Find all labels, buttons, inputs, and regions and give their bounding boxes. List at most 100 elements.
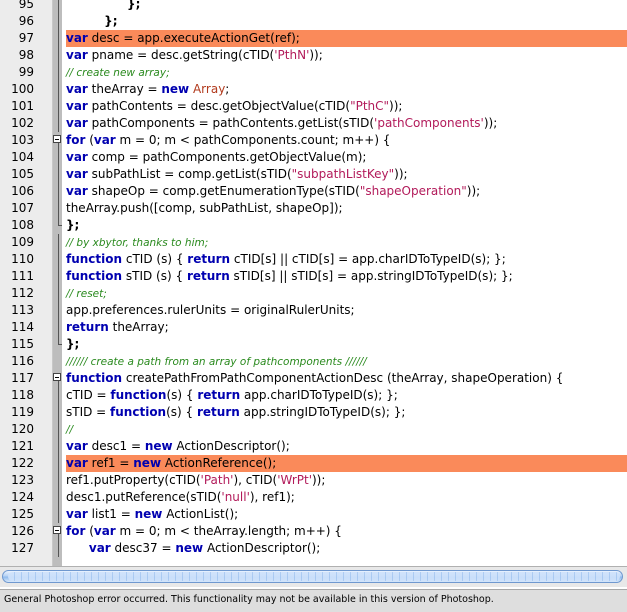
code-token: 'null'	[221, 490, 250, 504]
code-token: (s) {	[166, 388, 198, 402]
code-text: var subPathList = comp.getList(sTID("sub…	[66, 166, 627, 183]
code-text: var theArray = new Array;	[66, 81, 627, 98]
code-line[interactable]: 105 var subPathList = comp.getList(sTID("…	[0, 166, 627, 183]
fold-toggle-icon[interactable]	[53, 523, 62, 540]
line-number: 107	[11, 201, 34, 215]
code-token: comp = pathComponents.getObjectValue(m);	[87, 150, 367, 164]
code-line[interactable]: 113 app.preferences.rulerUnits = original…	[0, 302, 627, 319]
code-text: var ref1 = new ActionReference();	[66, 455, 627, 472]
code-line[interactable]: 104 var comp = pathComponents.getObjectVa…	[0, 149, 627, 166]
code-token: ActionDescriptor();	[203, 541, 321, 555]
code-text: theArray.push([comp, subPathList, shapeO…	[66, 200, 627, 217]
code-text: //	[66, 421, 627, 438]
code-line[interactable]: 121 var desc1 = new ActionDescriptor();	[0, 438, 627, 455]
code-text: function cTID (s) { return cTID[s] || cT…	[66, 251, 627, 268]
code-line[interactable]: 124 desc1.putReference(sTID('null'), ref1…	[0, 489, 627, 506]
code-token: var	[66, 31, 88, 45]
line-number: 123	[11, 473, 34, 487]
code-token: new	[161, 82, 190, 96]
code-line[interactable]: 101 var pathContents = desc.getObjectValu…	[0, 98, 627, 115]
code-token: subPathList = comp.getList(sTID(	[87, 167, 292, 181]
line-number: 114	[11, 320, 34, 334]
code-token: (	[85, 524, 94, 538]
code-token: sTID =	[66, 405, 111, 419]
code-line[interactable]: 112 // reset;	[0, 285, 627, 302]
fold-guide-icon	[53, 200, 62, 217]
scrollbar-thumb[interactable]	[8, 572, 620, 581]
code-text: app.preferences.rulerUnits = originalRul…	[66, 302, 627, 319]
code-token: ));	[394, 167, 408, 181]
code-text: sTID = function(s) { return app.stringID…	[66, 404, 627, 421]
code-line[interactable]: 106 var shapeOp = comp.getEnumerationType…	[0, 183, 627, 200]
code-token: return	[186, 269, 230, 283]
code-token: for	[66, 524, 86, 538]
code-editor[interactable]: 95 }; 96 }; 97 var desc = app.executeAction…	[0, 0, 627, 566]
code-line[interactable]: 95 };	[0, 0, 627, 13]
code-line[interactable]: 108};	[0, 217, 627, 234]
code-line[interactable]: 120 //	[0, 421, 627, 438]
code-text: };	[66, 0, 627, 13]
fold-guide-icon	[53, 404, 62, 421]
code-line[interactable]: 127 var desc37 = new ActionDescriptor();	[0, 540, 627, 557]
code-token: var	[66, 116, 88, 130]
code-line[interactable]: 115};	[0, 336, 627, 353]
fold-guide-icon	[53, 217, 62, 234]
code-line[interactable]: 107 theArray.push([comp, subPathList, sha…	[0, 200, 627, 217]
code-text: };	[66, 336, 627, 353]
code-line[interactable]: 96 };	[0, 13, 627, 30]
code-line[interactable]: 116 ////// create a path from an array of…	[0, 353, 627, 370]
code-line[interactable]: 114 return theArray;	[0, 319, 627, 336]
code-text: return theArray;	[66, 319, 627, 336]
code-text: for (var m = 0; m < pathComponents.count…	[66, 132, 627, 149]
code-token: desc = app.executeActionGet(ref);	[87, 31, 300, 45]
code-token: return	[187, 252, 231, 266]
code-line[interactable]: 97 var desc = app.executeActionGet(ref);	[0, 30, 627, 47]
code-line[interactable]: 122 var ref1 = new ActionReference();	[0, 455, 627, 472]
code-line[interactable]: 103 for (var m = 0; m < pathComponents.co…	[0, 132, 627, 149]
code-token: ref1.putProperty(cTID(	[66, 473, 201, 487]
code-line[interactable]: 123 ref1.putProperty(cTID('Path'), cTID('…	[0, 472, 627, 489]
line-number: 117	[11, 371, 34, 385]
fold-toggle-icon[interactable]	[53, 132, 62, 149]
code-text: // by xbytor, thanks to him;	[66, 234, 627, 251]
code-text: desc1.putReference(sTID('null'), ref1);	[66, 489, 627, 506]
code-line[interactable]: 118 cTID = function(s) { return app.charI…	[0, 387, 627, 404]
fold-guide-icon	[53, 13, 62, 30]
fold-guide-icon	[53, 336, 62, 353]
code-line[interactable]: 111 function sTID (s) { return sTID[s] ||…	[0, 268, 627, 285]
fold-guide-icon	[53, 319, 62, 336]
code-line[interactable]: 110 function cTID (s) { return cTID[s] ||…	[0, 251, 627, 268]
code-token: ////// create a path from an array of pa…	[66, 356, 367, 368]
code-line[interactable]: 99 // create new array;	[0, 64, 627, 81]
code-token: };	[104, 14, 118, 28]
code-token: 'WrPt'	[277, 473, 312, 487]
code-line[interactable]: 102 var pathComponents = pathContents.get…	[0, 115, 627, 132]
code-token: Array	[192, 82, 226, 96]
code-token: ), ref1);	[249, 490, 295, 504]
code-line[interactable]: 125 var list1 = new ActionList();	[0, 506, 627, 523]
code-token: ));	[466, 184, 481, 198]
horizontal-scrollbar[interactable]	[0, 566, 627, 587]
code-token: pathContents = desc.getObjectValue(cTID(	[87, 99, 351, 113]
code-token: function	[110, 388, 167, 402]
code-line[interactable]: 126 for (var m = 0; m < theArray.length; …	[0, 523, 627, 540]
line-number: 97	[18, 31, 34, 45]
code-text: };	[66, 13, 627, 30]
code-token: m = 0; m < theArray.length; m++) {	[115, 524, 342, 538]
code-token: ), cTID(	[233, 473, 278, 487]
code-line[interactable]: 117 function createPathFromPathComponentA…	[0, 370, 627, 387]
fold-guide-icon	[53, 98, 62, 115]
code-token: app.stringIDToTypeID(s); };	[239, 405, 406, 419]
code-line[interactable]: 119 sTID = function(s) { return app.strin…	[0, 404, 627, 421]
code-line[interactable]: 100 var theArray = new Array;	[0, 81, 627, 98]
line-number: 103	[11, 133, 34, 147]
code-token: "subpathListKey"	[291, 167, 395, 181]
code-line[interactable]: 98 var pname = desc.getString(cTID('PthN'…	[0, 47, 627, 64]
code-token: return	[197, 405, 240, 419]
fold-guide-icon	[53, 438, 62, 455]
code-line[interactable]: 109 // by xbytor, thanks to him;	[0, 234, 627, 251]
fold-guide-icon	[53, 506, 62, 523]
fold-toggle-icon[interactable]	[53, 370, 62, 387]
code-token: desc1.putReference(sTID(	[66, 490, 222, 504]
fold-guide-icon	[53, 387, 62, 404]
